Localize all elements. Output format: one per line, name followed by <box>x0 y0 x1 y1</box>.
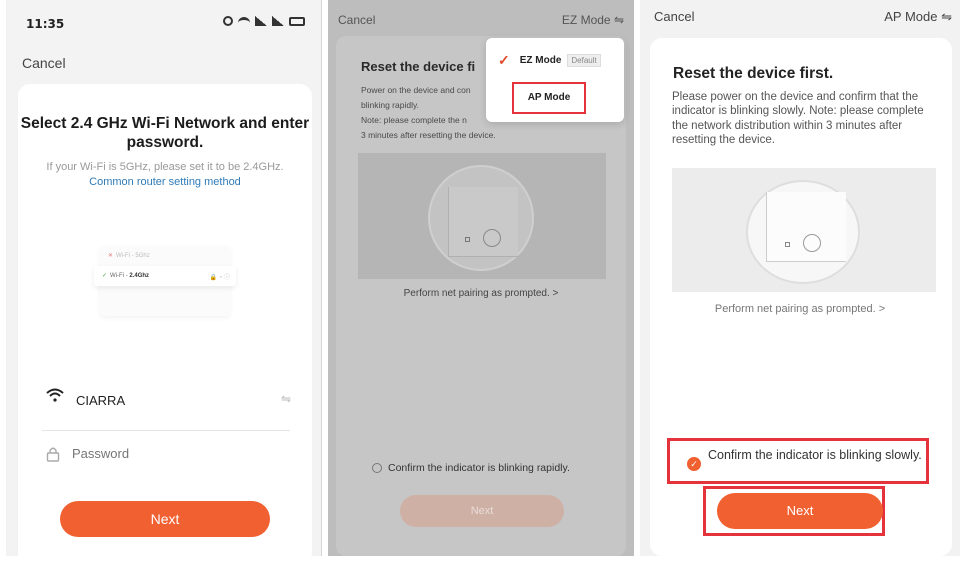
device-illustration <box>358 153 606 279</box>
power-icon <box>803 234 821 252</box>
cancel-button[interactable]: Cancel <box>654 9 694 24</box>
illus-row-5ghz: ✕ Wi-Fi - 5Ghz <box>108 252 150 259</box>
wifi-status-icon <box>238 16 250 26</box>
illus-row-24ghz-prefix: Wi-Fi - <box>110 273 130 279</box>
next-button-highlight: Next <box>703 486 885 536</box>
menu-item-ap-mode[interactable]: AP Mode <box>512 82 586 114</box>
next-button[interactable]: Next <box>717 493 883 529</box>
signal-icon <box>272 16 284 26</box>
instruction-line: 3 minutes after resetting the device. <box>361 130 496 140</box>
mode-switch-button[interactable]: AP Mode ⇋ <box>884 9 952 25</box>
page-subtitle: If your Wi-Fi is 5GHz, please set it to … <box>26 160 304 190</box>
cross-icon: ✕ <box>108 253 114 259</box>
mode-select-screen: Cancel EZ Mode ⇋ Reset the device fi Pow… <box>328 0 634 556</box>
check-icon: ✓ <box>687 457 701 471</box>
router-setting-link[interactable]: Common router setting method <box>89 176 241 188</box>
subtitle-text: If your Wi-Fi is 5GHz, please set it to … <box>46 161 284 173</box>
indicator-light <box>465 237 470 242</box>
wifi-ssid[interactable]: CIARRA <box>76 393 125 408</box>
device-shape <box>766 192 846 262</box>
password-field[interactable] <box>72 446 272 461</box>
wifi-icon <box>46 388 64 402</box>
lock-icon <box>46 447 60 462</box>
mode-switch-button[interactable]: EZ Mode ⇋ <box>562 13 624 27</box>
alarm-icon <box>223 16 233 26</box>
cancel-button[interactable]: Cancel <box>22 55 66 71</box>
menu-item-label: EZ Mode <box>519 55 562 66</box>
swap-icon: ⇋ <box>941 9 952 24</box>
illus-row-24ghz: ✓ Wi-Fi - 2.4Ghz 🔒 ◔ ⓘ <box>94 266 236 286</box>
check-icon: ✓ <box>498 52 510 68</box>
device-circle <box>746 180 860 284</box>
illus-row-5ghz-label: Wi-Fi - 5Ghz <box>116 253 150 259</box>
confirm-label: Confirm the indicator is blinking rapidl… <box>388 462 570 474</box>
radio-icon <box>372 463 382 473</box>
confirm-checkbox[interactable]: Confirm the indicator is blinking rapidl… <box>372 462 570 474</box>
status-icons <box>223 16 305 26</box>
instruction-text: Please power on the device and confirm t… <box>672 91 924 146</box>
next-button[interactable]: Next <box>60 501 270 537</box>
lock-wifi-icons: 🔒 ◔ ⓘ <box>209 275 230 281</box>
check-icon: ✓ <box>102 273 108 279</box>
device-illustration <box>672 168 936 292</box>
illus-row-24ghz-label: 2.4Ghz <box>129 273 150 279</box>
page-title: Select 2.4 GHz Wi-Fi Network and enter p… <box>20 115 310 151</box>
page-title: Reset the device first. <box>673 65 834 82</box>
swap-icon[interactable]: ⇋ <box>281 392 291 406</box>
page-title: Reset the device fi <box>361 59 476 74</box>
screenshot-stage: 11:35 Cancel Select 2.4 GHz Wi-Fi Networ… <box>0 0 968 562</box>
confirm-label: Confirm the indicator is blinking slowly… <box>708 448 922 462</box>
cancel-button[interactable]: Cancel <box>338 13 375 27</box>
power-icon <box>483 229 501 247</box>
confirm-checkbox[interactable]: ✓ Confirm the indicator is blinking slow… <box>667 438 929 484</box>
device-shape <box>448 187 518 257</box>
next-button[interactable]: Next <box>400 495 564 527</box>
mode-label: EZ Mode <box>561 13 611 27</box>
signal-icon <box>255 16 267 26</box>
menu-item-ez-mode[interactable]: ✓ EZ Mode Default <box>498 52 601 69</box>
default-badge: Default <box>567 54 601 67</box>
battery-icon <box>289 16 305 26</box>
wifi-setup-screen: 11:35 Cancel Select 2.4 GHz Wi-Fi Networ… <box>6 0 322 556</box>
wifi-band-illustration: ✕ Wi-Fi - 5Ghz ✓ Wi-Fi - 2.4Ghz 🔒 ◔ ⓘ <box>94 246 236 316</box>
field-divider <box>42 430 290 431</box>
swap-icon: ⇋ <box>613 13 624 27</box>
mode-dropdown-menu: ✓ EZ Mode Default AP Mode <box>486 38 624 122</box>
reset-device-screen: Cancel AP Mode ⇋ Reset the device first.… <box>640 0 960 556</box>
pairing-prompt-link[interactable]: Perform net pairing as prompted. > <box>328 288 634 299</box>
mode-label: AP Mode <box>884 9 938 24</box>
pairing-prompt-link[interactable]: Perform net pairing as prompted. > <box>640 303 960 315</box>
indicator-light <box>785 242 790 247</box>
device-circle <box>428 165 534 271</box>
status-time: 11:35 <box>26 17 65 31</box>
content-card <box>18 84 312 556</box>
